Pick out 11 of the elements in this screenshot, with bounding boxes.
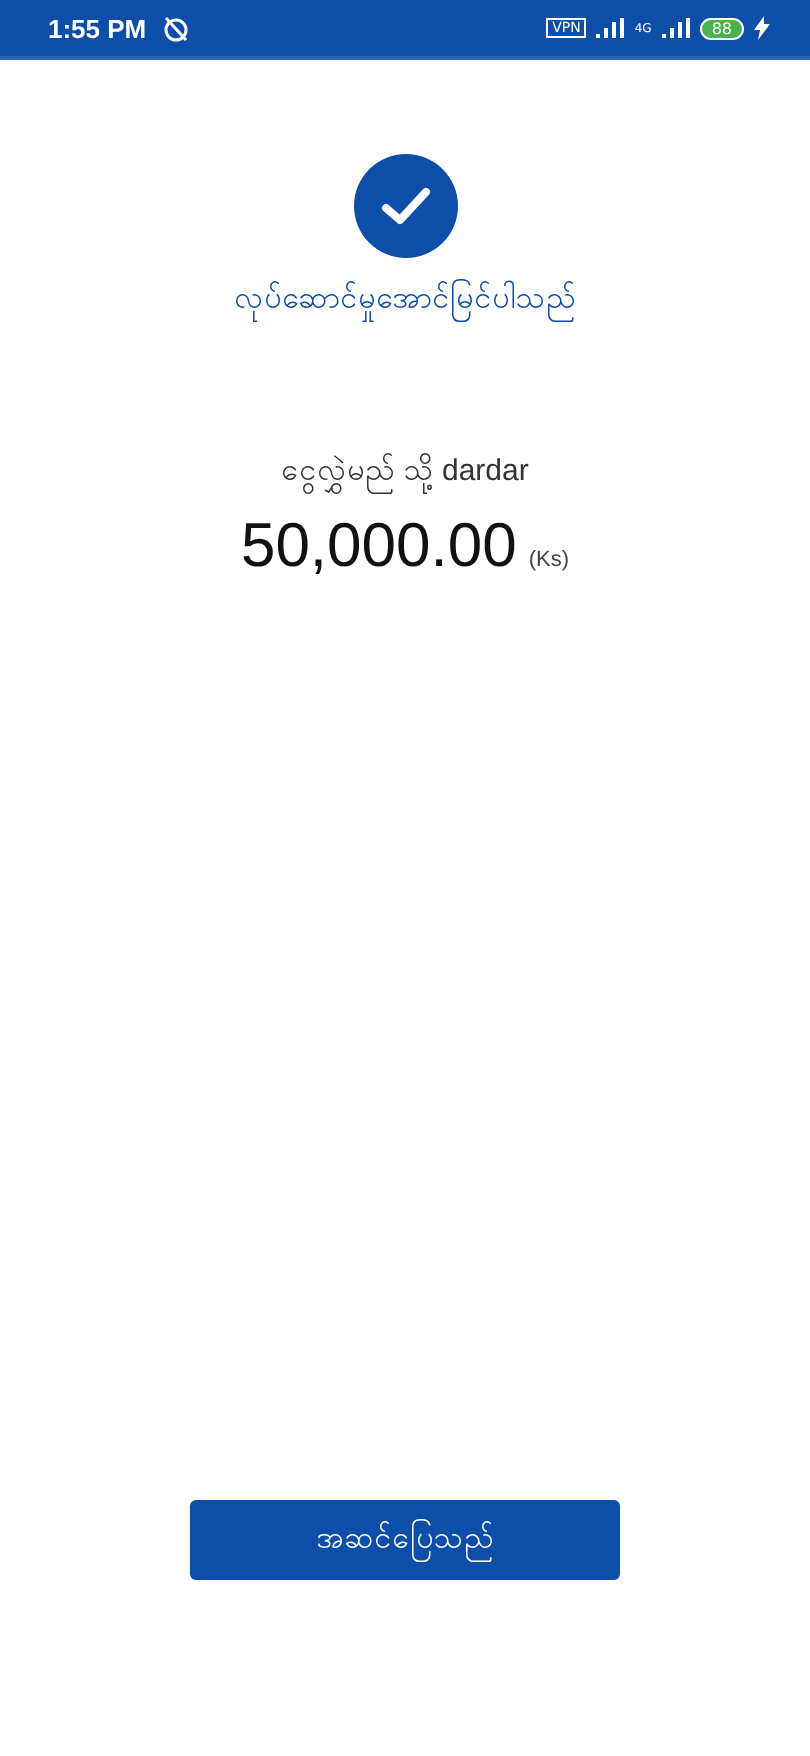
success-message: လုပ်ဆောင်မှုအောင်မြင်ပါသည် [234, 278, 576, 322]
ok-button[interactable]: အဆင်ပြေသည် [190, 1500, 620, 1580]
signal-icon [596, 18, 625, 38]
alarm-off-icon [162, 14, 191, 42]
success-check-icon [353, 154, 457, 258]
battery-level: 88 [699, 17, 744, 39]
status-time: 1:55 PM [48, 13, 147, 43]
recipient-text: ငွေလွှဲမည် သို့ dardar [281, 450, 529, 494]
currency-label: (Ks) [528, 548, 570, 572]
signal-icon [661, 18, 690, 38]
amount-text: 50,000.00 [240, 510, 517, 582]
